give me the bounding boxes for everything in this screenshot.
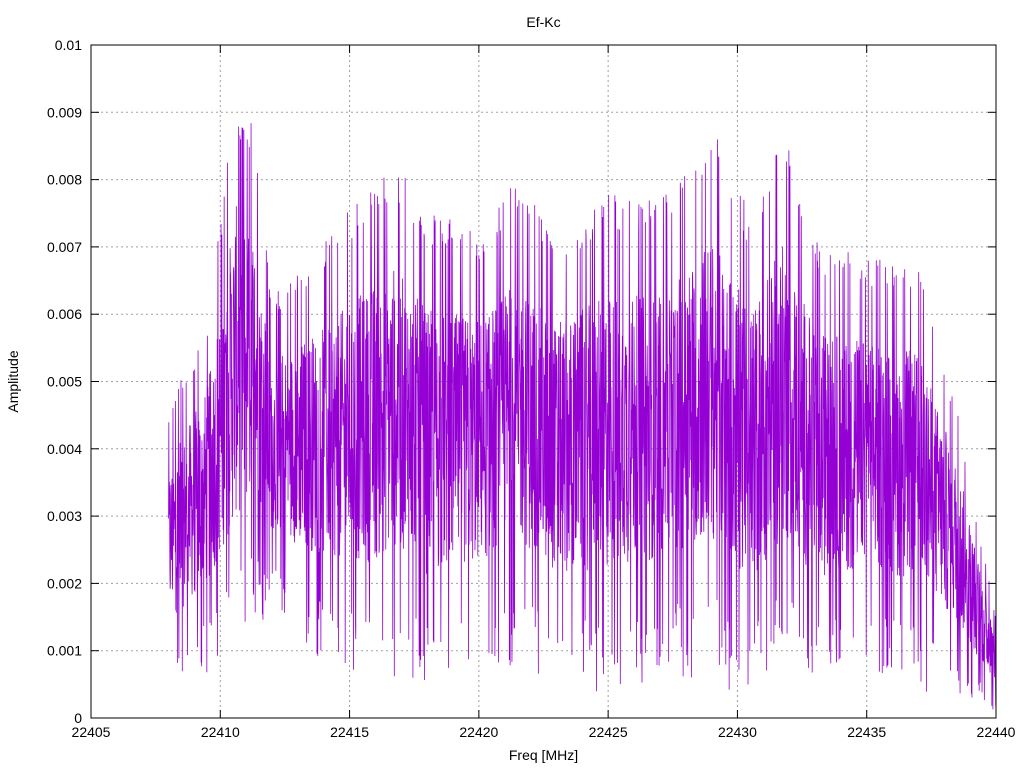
x-axis-label: Freq [MHz]: [509, 747, 578, 763]
y-tick-label: 0.003: [47, 508, 82, 524]
line-chart: 22405 22410 22415 22420 22425 22430 22435 22440…: [5, 14, 1016, 763]
x-tick-label: 22410: [201, 724, 240, 740]
x-tick-label: 22415: [330, 724, 369, 740]
y-tick-label: 0.004: [47, 441, 82, 457]
y-tick-label: 0.001: [47, 643, 82, 659]
series-group: [168, 123, 997, 710]
y-tick-label: 0.007: [47, 239, 82, 255]
x-tick-label: 22435: [847, 724, 886, 740]
y-tick-label: 0.009: [47, 104, 82, 120]
x-tick-label: 22420: [459, 724, 498, 740]
y-tick-label: 0.01: [55, 37, 82, 53]
chart-container: 22405 22410 22415 22420 22425 22430 22435 22440…: [0, 0, 1024, 768]
y-tick-label: 0.002: [47, 575, 82, 591]
y-axis-label: Amplitude: [5, 350, 21, 412]
x-tick-label: 22440: [977, 724, 1016, 740]
y-tick-label: 0: [74, 710, 82, 726]
x-tick-label: 22430: [718, 724, 757, 740]
y-tick-label: 0.006: [47, 306, 82, 322]
x-tick-label: 22405: [72, 724, 111, 740]
chart-title: Ef-Kc: [526, 14, 560, 30]
x-tick-label: 22425: [589, 724, 628, 740]
series-line: [168, 123, 997, 710]
y-tick-label: 0.005: [47, 374, 82, 390]
y-tick-label: 0.008: [47, 172, 82, 188]
